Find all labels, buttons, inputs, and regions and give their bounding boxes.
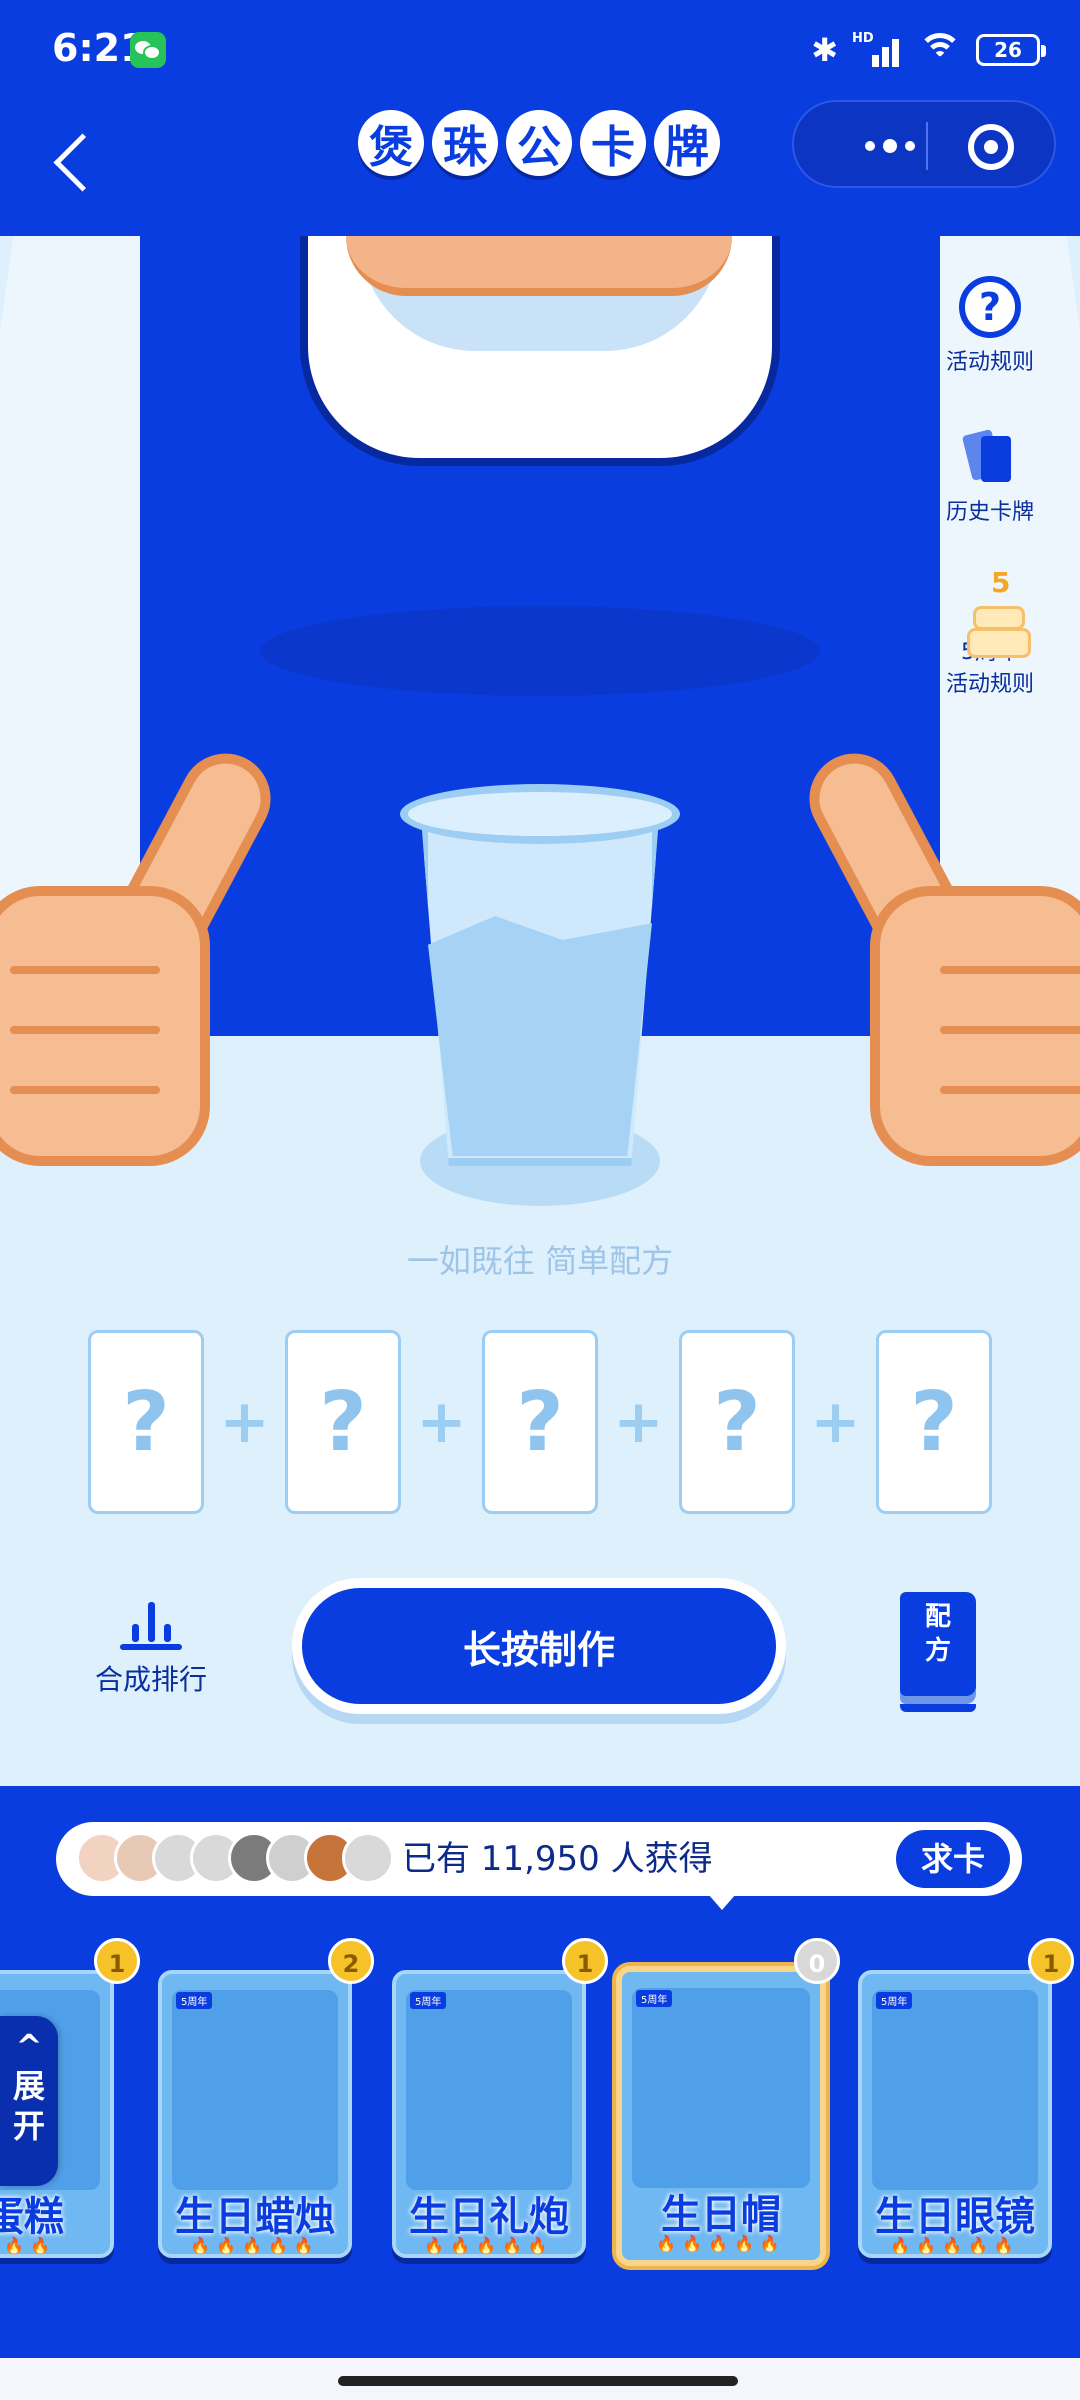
card-tag: 5周年 [636,1990,673,2007]
left-thumbs-up [0,737,287,1166]
birthday-cake-icon: 5 [959,566,1031,658]
card-count-badge: 2 [328,1938,374,1984]
card-count-badge: 1 [562,1938,608,1984]
owner-avatars [76,1832,394,1884]
plus-icon: + [416,1387,467,1457]
target-icon[interactable] [968,124,1014,170]
home-indicator[interactable] [338,2376,738,2386]
illustration-scene: ? 活动规则 历史卡牌 5 5周年 活动规则 [0,236,1080,1786]
recipe-slot[interactable]: ? [88,1330,204,1514]
recipe-label: 配 [924,1602,951,1632]
card-birthday-hat[interactable]: 5周年 生日帽 🔥🔥🔥🔥🔥 [616,1966,826,2266]
recipe-slot[interactable]: ? [679,1330,795,1514]
rules-button[interactable]: ? 活动规则 [930,276,1050,376]
apron-shade [260,606,820,696]
page-title: 煲 珠 公 卡 牌 [358,110,720,176]
owners-bar: 已有 11,950 人获得 求卡 [56,1822,1022,1896]
back-button[interactable] [48,120,108,200]
right-thumbs-up [793,737,1080,1166]
bluetooth-icon: ✱ [811,31,838,69]
ranking-label: 合成排行 [94,1663,207,1696]
card-tag: 5周年 [876,1992,913,2009]
recipe-slot[interactable]: ? [285,1330,401,1514]
card-name: 生日帽 [661,2192,781,2238]
crown-art [632,1988,810,2188]
popper-art [406,1990,572,2190]
chin [346,236,732,296]
chevron-up-icon: ^ [15,2027,43,2065]
battery-icon: 26 [976,34,1046,66]
card-rarity: 🔥🔥🔥 [0,2236,56,2255]
anniversary-rules-label: 活动规则 [945,672,1034,697]
status-bar: 6:21 ✱ HD 26 [0,0,1080,100]
selected-pointer [708,1894,736,1910]
ranking-icon [120,1594,182,1650]
cup-water [428,916,652,1156]
more-dots-icon[interactable] [830,102,950,190]
recipe-book-button[interactable]: 配 方 [900,1592,976,1712]
expand-label: 开 [12,2107,45,2145]
owners-count-text: 已有 11,950 人获得 [402,1839,713,1879]
card-birthday-candle[interactable]: 5周年 生日蜡烛 🔥🔥🔥🔥🔥 [158,1970,352,2258]
title-char: 煲 [358,110,424,176]
history-label: 历史卡牌 [945,500,1034,525]
expand-label: 展 [12,2067,45,2105]
glasses-art [872,1990,1038,2190]
plus-icon: + [613,1387,664,1457]
title-char: 卡 [580,110,646,176]
app-page: 6:21 ✱ HD 26 煲 珠 公 卡 牌 ? 活动规则 历史卡牌 5 活动规… [0,0,1080,2400]
recipe-caption: 一如既往 简单配方 [406,1242,674,1280]
recipe-slots: ? + ? + ? + ? + ? [88,1330,992,1514]
plus-icon: + [219,1387,270,1457]
card-name: 生日眼镜 [875,2194,1035,2240]
card-rarity: 🔥🔥🔥🔥🔥 [656,2234,786,2253]
candle-art [172,1990,338,2190]
card-count-badge: 0 [794,1938,840,1984]
ranking-button[interactable]: 合成排行 [86,1594,216,1698]
card-panel: 已有 11,950 人获得 求卡 蛋糕 🔥🔥🔥 1 5周年 生日蜡烛 🔥🔥🔥🔥🔥… [0,1786,1080,2400]
app-header: 煲 珠 公 卡 牌 [0,100,1080,236]
title-char: 公 [506,110,572,176]
recipe-slot[interactable]: ? [876,1330,992,1514]
card-name: 蛋糕 [0,2194,64,2240]
signal-icon: HD [852,31,904,69]
cup-rim [400,784,680,844]
card-tag: 5周年 [410,1992,447,2009]
wechat-icon [130,32,166,68]
card-birthday-popper[interactable]: 5周年 生日礼炮 🔥🔥🔥🔥🔥 [392,1970,586,2258]
recipe-label: 方 [924,1636,951,1666]
card-count-badge: 1 [1028,1938,1074,1984]
card-rarity: 🔥🔥🔥🔥🔥 [424,2236,554,2255]
question-icon: ? [959,276,1021,338]
card-carousel[interactable]: 蛋糕 🔥🔥🔥 1 5周年 生日蜡烛 🔥🔥🔥🔥🔥 2 5周年 生日礼炮 🔥🔥🔥🔥🔥… [0,1938,1080,2266]
status-icons: ✱ HD 26 [811,30,1046,70]
ask-card-button[interactable]: 求卡 [896,1830,1010,1888]
capsule-divider [926,122,928,170]
miniprogram-capsule [792,100,1056,188]
network-type-label: HD [852,31,874,46]
history-cards-button[interactable]: 历史卡牌 [930,426,1050,526]
anniversary-rules-button[interactable]: 5 5周年 活动规则 [930,566,1050,698]
make-button[interactable]: 长按制作 [292,1578,786,1714]
avatar [342,1832,394,1884]
rules-label: 活动规则 [945,350,1034,375]
card-tag: 5周年 [176,1992,213,2009]
card-count-badge: 1 [94,1938,140,1984]
make-button-label: 长按制作 [302,1588,776,1704]
title-char: 牌 [654,110,720,176]
card-name: 生日礼炮 [409,2194,569,2240]
card-rarity: 🔥🔥🔥🔥🔥 [190,2236,320,2255]
expand-button[interactable]: ^ 展 开 [0,2016,58,2186]
title-char: 珠 [432,110,498,176]
wifi-icon [918,33,962,67]
recipe-slot[interactable]: ? [482,1330,598,1514]
card-rarity: 🔥🔥🔥🔥🔥 [890,2236,1020,2255]
card-birthday-glasses[interactable]: 5周年 生日眼镜 🔥🔥🔥🔥🔥 [858,1970,1052,2258]
cards-icon [959,426,1021,488]
plus-icon: + [810,1387,861,1457]
card-name: 生日蜡烛 [175,2194,335,2240]
